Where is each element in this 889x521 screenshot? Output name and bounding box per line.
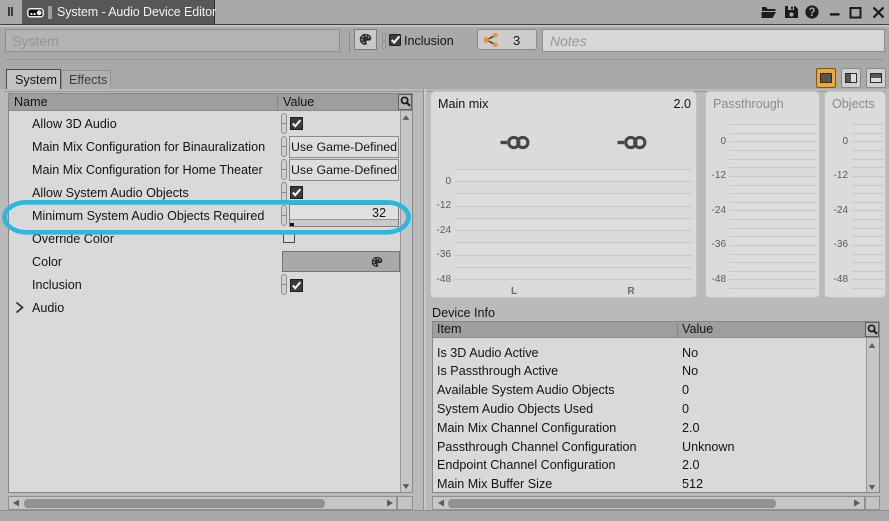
svg-text:?: ? — [808, 7, 815, 19]
